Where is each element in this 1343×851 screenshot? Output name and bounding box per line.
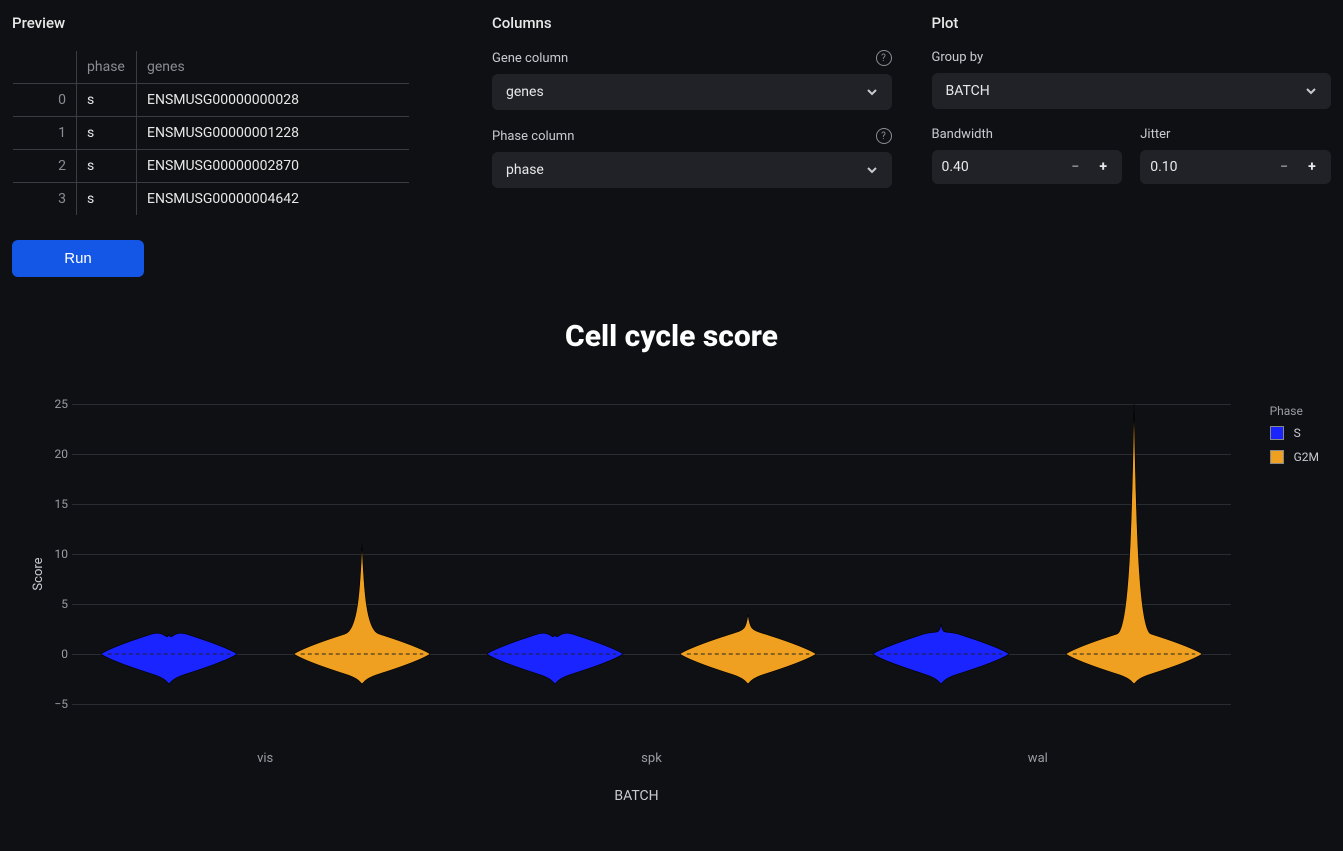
table-row: 0sENSMUSG00000000028	[13, 84, 410, 117]
table-row: 2sENSMUSG00000002870	[13, 150, 410, 183]
groupby-label: Group by	[932, 50, 984, 65]
row-phase: s	[77, 150, 137, 183]
minus-icon[interactable]: −	[1275, 158, 1293, 176]
groupby-select[interactable]: BATCH	[932, 73, 1332, 109]
gene-column-select[interactable]: genes	[492, 74, 892, 110]
row-index: 1	[13, 117, 77, 150]
y-tick: 10	[44, 547, 68, 561]
col-genes: genes	[137, 51, 410, 84]
chevron-down-icon	[866, 86, 878, 98]
x-axis-label: BATCH	[42, 788, 1231, 804]
x-tick: vis	[257, 751, 273, 766]
columns-panel: Columns Gene column ? genes Phase column…	[492, 14, 892, 277]
chart-title: Cell cycle score	[12, 319, 1331, 354]
chart: Cell cycle score Score Phase S G2M −5 0 5 10…	[0, 277, 1343, 804]
row-index: 2	[13, 150, 77, 183]
batch-group: vis	[72, 404, 458, 744]
legend-label: G2M	[1294, 450, 1319, 464]
col-index	[13, 51, 77, 84]
jitter-label: Jitter	[1140, 127, 1170, 142]
y-axis-label: Score	[31, 557, 46, 590]
table-row: 1sENSMUSG00000001228	[13, 117, 410, 150]
legend-item[interactable]: S	[1270, 426, 1319, 440]
y-tick: −5	[44, 697, 68, 711]
col-phase: phase	[77, 51, 137, 84]
plus-icon[interactable]: +	[1303, 158, 1321, 176]
bandwidth-stepper[interactable]: 0.40 − +	[932, 150, 1123, 184]
row-genes: ENSMUSG00000000028	[137, 84, 410, 117]
legend-title: Phase	[1270, 404, 1319, 418]
phase-column-select[interactable]: phase	[492, 152, 892, 188]
phase-column-label: Phase column	[492, 129, 574, 144]
phase-column-value: phase	[506, 162, 544, 178]
x-tick: wal	[1028, 751, 1048, 766]
legend: Phase S G2M	[1270, 404, 1319, 474]
help-icon[interactable]: ?	[876, 128, 892, 144]
preview-table: phase genes 0sENSMUSG000000000281sENSMUS…	[12, 50, 410, 216]
preview-title: Preview	[12, 14, 452, 32]
chevron-down-icon	[1305, 85, 1317, 97]
table-row: 3sENSMUSG00000004642	[13, 183, 410, 216]
legend-swatch	[1270, 426, 1284, 440]
row-genes: ENSMUSG00000002870	[137, 150, 410, 183]
row-phase: s	[77, 84, 137, 117]
y-tick: 20	[44, 447, 68, 461]
bandwidth-value: 0.40	[942, 159, 969, 175]
groupby-value: BATCH	[946, 83, 990, 99]
help-icon[interactable]: ?	[876, 50, 892, 66]
legend-label: S	[1294, 426, 1301, 440]
gene-column-value: genes	[506, 84, 544, 100]
jitter-value: 0.10	[1150, 159, 1177, 175]
row-index: 3	[13, 183, 77, 216]
columns-title: Columns	[492, 14, 892, 32]
gene-column-label: Gene column	[492, 51, 568, 66]
x-tick: spk	[641, 751, 662, 766]
legend-swatch	[1270, 450, 1284, 464]
bandwidth-label: Bandwidth	[932, 127, 993, 142]
row-phase: s	[77, 183, 137, 216]
row-index: 0	[13, 84, 77, 117]
batch-group: spk	[458, 404, 844, 744]
plot-title: Plot	[932, 14, 1332, 32]
y-tick: 0	[44, 647, 68, 661]
row-genes: ENSMUSG00000001228	[137, 117, 410, 150]
row-genes: ENSMUSG00000004642	[137, 183, 410, 216]
chevron-down-icon	[866, 164, 878, 176]
batch-group: wal	[845, 404, 1231, 744]
y-tick: 5	[44, 597, 68, 611]
jitter-stepper[interactable]: 0.10 − +	[1140, 150, 1331, 184]
plus-icon[interactable]: +	[1094, 158, 1112, 176]
y-tick: 25	[44, 397, 68, 411]
preview-panel: Preview phase genes 0sENSMUSG00000000028…	[12, 14, 452, 277]
row-phase: s	[77, 117, 137, 150]
minus-icon[interactable]: −	[1066, 158, 1084, 176]
y-tick: 15	[44, 497, 68, 511]
run-button[interactable]: Run	[12, 240, 144, 277]
plot-panel: Plot Group by BATCH Bandwidth 0.40 − +	[932, 14, 1332, 277]
legend-item[interactable]: G2M	[1270, 450, 1319, 464]
